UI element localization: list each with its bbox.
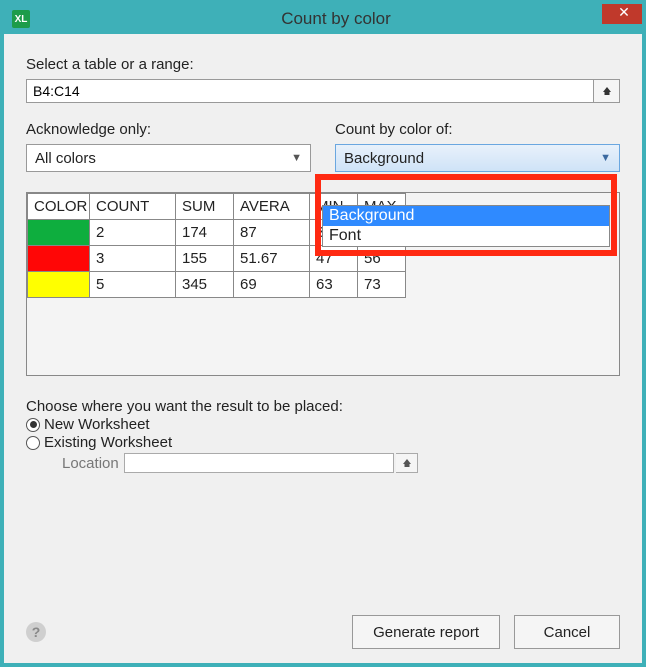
options-row: Acknowledge only: All colors ▼ Count by … [26, 121, 620, 172]
count-cell[interactable]: 2 [90, 220, 176, 246]
help-button[interactable]: ? [26, 622, 46, 642]
placement-label: Choose where you want the result to be p… [26, 398, 343, 415]
app-icon: XL [12, 10, 30, 28]
location-input[interactable] [124, 453, 394, 473]
max-cell[interactable]: 73 [358, 272, 406, 298]
location-label: Location [62, 455, 122, 472]
acknowledge-value: All colors [35, 150, 96, 167]
max-cell[interactable]: 56 [358, 246, 406, 272]
acknowledge-label: Acknowledge only: [26, 121, 311, 138]
acknowledge-col: Acknowledge only: All colors ▼ [26, 121, 311, 172]
dialog-window: XL Count by color ✕ Select a table or a … [0, 0, 646, 667]
dialog-body: Select a table or a range: Acknowledge o… [4, 34, 642, 483]
avg-cell[interactable]: 51.67 [234, 246, 310, 272]
color-swatch-cell[interactable] [28, 246, 90, 272]
count-by-label: Count by color of: [335, 121, 620, 138]
avg-cell[interactable]: 87 [234, 220, 310, 246]
color-swatch-cell[interactable] [28, 220, 90, 246]
chevron-down-icon: ▼ [291, 152, 302, 164]
chevron-down-icon: ▼ [600, 152, 611, 164]
window-title: Count by color [30, 9, 642, 29]
sum-cell[interactable]: 155 [176, 246, 234, 272]
count-cell[interactable]: 3 [90, 246, 176, 272]
radio-new-label: New Worksheet [44, 416, 150, 433]
min-cell[interactable]: 47 [310, 246, 358, 272]
radio-new-worksheet[interactable]: New Worksheet [26, 416, 620, 433]
dropdown-option[interactable]: Font [323, 226, 609, 246]
range-row [26, 79, 620, 103]
titlebar: XL Count by color ✕ [4, 4, 642, 34]
table-header-cell[interactable]: SUM [176, 194, 234, 220]
footer: ? Generate report Cancel [4, 615, 642, 649]
acknowledge-dropdown[interactable]: All colors ▼ [26, 144, 311, 172]
cancel-button[interactable]: Cancel [514, 615, 620, 649]
table-row: 315551.674756 [28, 246, 406, 272]
radio-existing-label: Existing Worksheet [44, 434, 172, 451]
help-icon: ? [32, 624, 41, 640]
sum-cell[interactable]: 345 [176, 272, 234, 298]
sum-cell[interactable]: 174 [176, 220, 234, 246]
dropdown-option[interactable]: Background [323, 206, 609, 226]
table-header-cell[interactable]: COUNT [90, 194, 176, 220]
range-input[interactable] [26, 79, 594, 103]
radio-icon [26, 418, 40, 432]
location-row: Location [62, 453, 620, 473]
min-cell[interactable]: 63 [310, 272, 358, 298]
count-by-dropdown[interactable]: Background ▼ [335, 144, 620, 172]
radio-existing-worksheet[interactable]: Existing Worksheet [26, 434, 620, 451]
placement-section: Choose where you want the result to be p… [26, 398, 620, 473]
select-range-button[interactable] [594, 79, 620, 103]
close-icon: ✕ [618, 4, 630, 21]
count-by-value: Background [344, 150, 424, 167]
table-header-cell[interactable]: AVERA [234, 194, 310, 220]
generate-report-button[interactable]: Generate report [352, 615, 500, 649]
count-by-col: Count by color of: Background ▼ [335, 121, 620, 172]
select-range-label: Select a table or a range: [26, 56, 620, 73]
count-cell[interactable]: 5 [90, 272, 176, 298]
collapse-icon [602, 86, 612, 96]
table-header-cell[interactable]: COLOR [28, 194, 90, 220]
radio-icon [26, 436, 40, 450]
color-swatch-cell[interactable] [28, 272, 90, 298]
location-pick-button[interactable] [396, 453, 418, 473]
table-row: 5345696373 [28, 272, 406, 298]
avg-cell[interactable]: 69 [234, 272, 310, 298]
collapse-icon [402, 458, 412, 468]
close-button[interactable]: ✕ [602, 0, 646, 24]
count-by-dropdown-list: BackgroundFont [322, 205, 610, 247]
